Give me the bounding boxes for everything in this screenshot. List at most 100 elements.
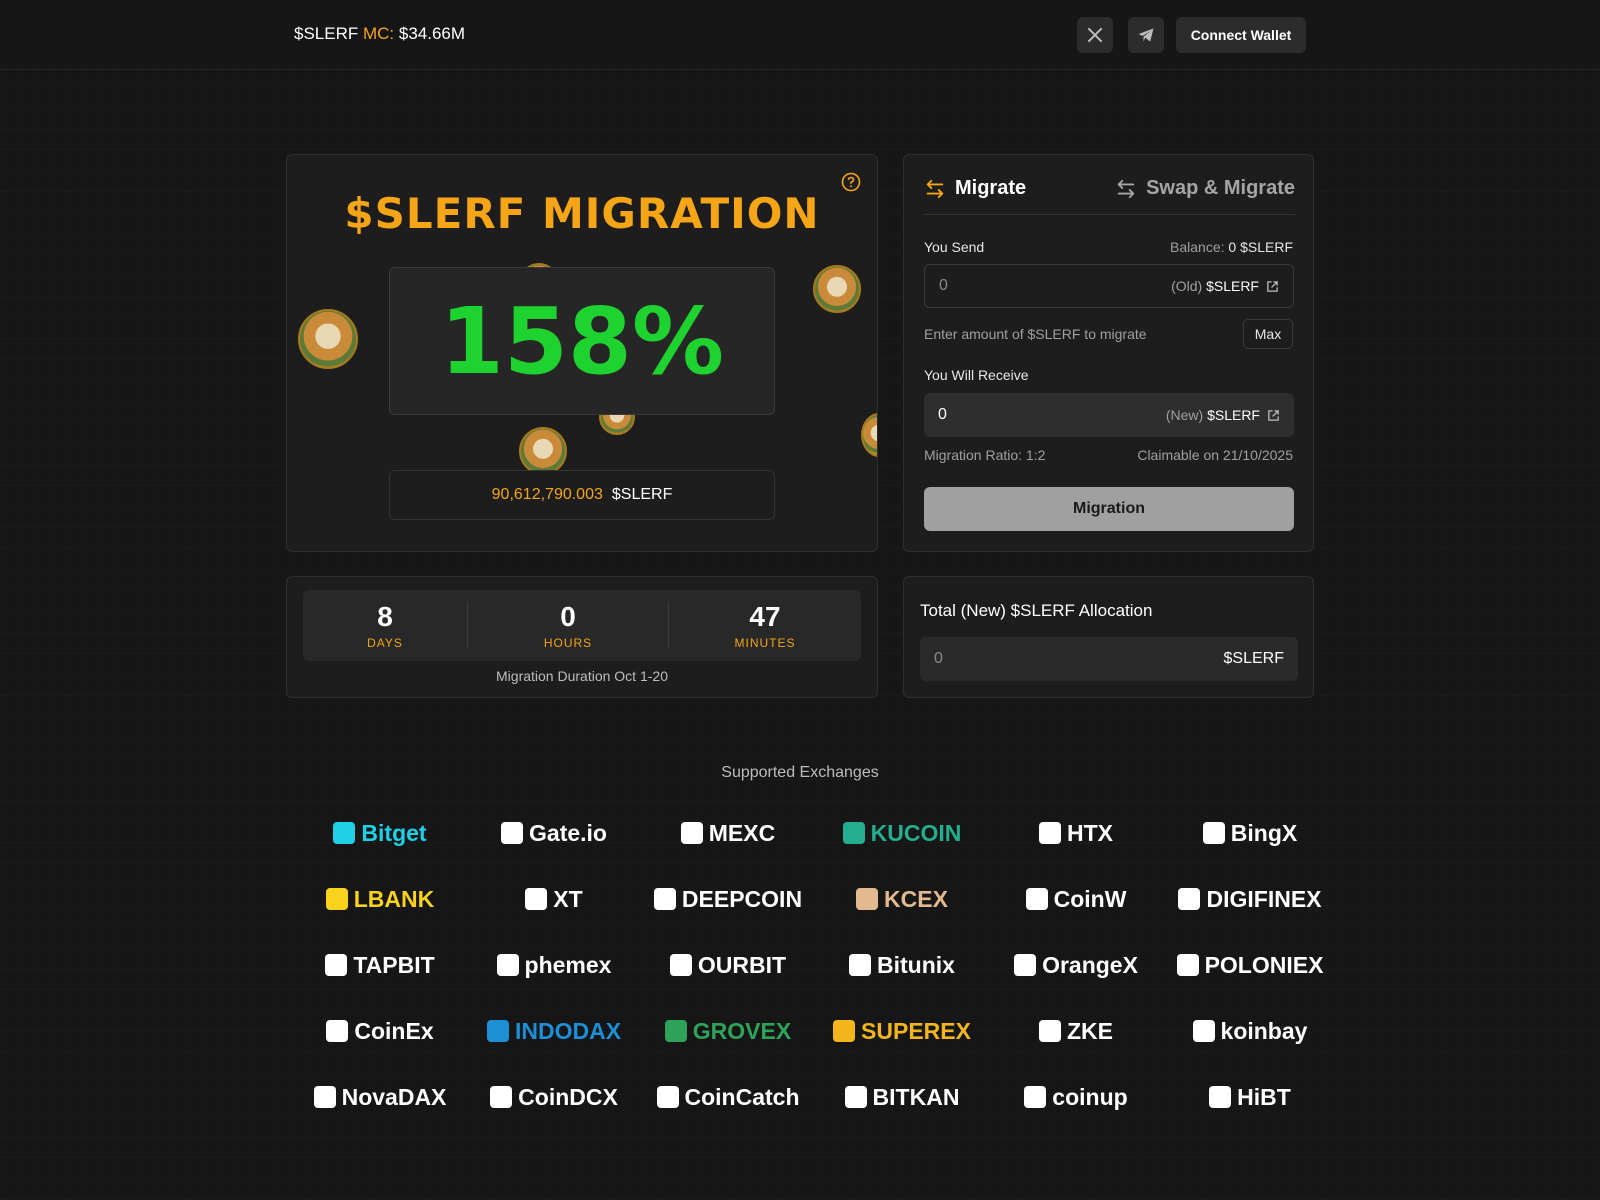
exchange-name: Bitunix <box>877 951 955 978</box>
exchange-mark-icon <box>1192 1020 1215 1042</box>
exchange-mark-icon <box>1202 822 1225 844</box>
exchange-name: KCEX <box>884 885 948 912</box>
exchange-mark-icon <box>653 888 676 910</box>
exchange-logo[interactable]: TAPBIT <box>296 940 464 990</box>
coin-decoration <box>861 413 877 457</box>
exchange-logo[interactable]: Gate.io <box>470 808 638 858</box>
exchange-logo[interactable]: INDODAX <box>470 1006 638 1056</box>
exchange-name: TAPBIT <box>353 951 435 978</box>
exchange-name: MEXC <box>708 819 776 846</box>
exchange-logo[interactable]: DEEPCOIN <box>644 874 812 924</box>
exchange-logo[interactable]: OrangeX <box>992 940 1160 990</box>
exchange-name: OURBIT <box>697 951 787 978</box>
exchange-mark-icon <box>486 1020 509 1042</box>
exchange-logo[interactable]: HiBT <box>1166 1072 1334 1122</box>
swap-tabs: Migrate Swap & Migrate <box>924 175 1295 215</box>
exchange-mark-icon <box>844 1086 867 1108</box>
exchange-logo[interactable]: koinbay <box>1166 1006 1334 1056</box>
migration-ratio: Migration Ratio: 1:2 <box>924 447 1046 463</box>
minutes-value: 47 <box>749 601 781 632</box>
balance-display: Balance: 0 $SLERF <box>1170 239 1293 255</box>
countdown-timer: 8 DAYS 0 HOURS 47 MINUTES <box>303 590 861 661</box>
exchange-name: ZKE <box>1067 1017 1113 1044</box>
exchange-logo[interactable]: KCEX <box>818 874 986 924</box>
exchange-logo[interactable]: NovaDAX <box>296 1072 464 1122</box>
exchange-name: GROVEX <box>692 1017 792 1044</box>
exchange-logo[interactable]: MEXC <box>644 808 812 858</box>
x-icon <box>1087 27 1103 43</box>
send-amount-value: 0 <box>939 277 948 294</box>
connect-wallet-button[interactable]: Connect Wallet <box>1176 17 1306 53</box>
exchange-mark-icon <box>525 888 548 910</box>
coin-decoration <box>519 427 567 475</box>
exchange-logo[interactable]: GROVEX <box>644 1006 812 1056</box>
exchange-mark-icon <box>680 822 703 844</box>
tab-swap-migrate[interactable]: Swap & Migrate <box>1115 177 1295 200</box>
receive-amount-field: 0 (New) $SLERF <box>924 393 1294 437</box>
exchange-logo[interactable]: Bitget <box>296 808 464 858</box>
exchange-mark-icon <box>664 1020 687 1042</box>
exchange-logo[interactable]: BITKAN <box>818 1072 986 1122</box>
hours-value: 0 <box>560 601 576 632</box>
receive-token-name: $SLERF <box>1207 407 1260 423</box>
migration-button[interactable]: Migration <box>924 487 1294 531</box>
claimable-date: Claimable on 21/10/2025 <box>1137 447 1293 463</box>
exchange-mark-icon <box>333 822 356 844</box>
exchange-logo[interactable]: phemex <box>470 940 638 990</box>
exchange-name: SUPEREX <box>861 1017 971 1044</box>
exchange-logo[interactable]: Bitunix <box>818 940 986 990</box>
max-button[interactable]: Max <box>1243 319 1293 349</box>
receive-token-prefix: (New) <box>1165 407 1204 423</box>
exchange-logo[interactable]: DIGIFINEX <box>1166 874 1334 924</box>
receive-token[interactable]: (New) $SLERF <box>1166 407 1280 423</box>
exchange-mark-icon <box>490 1086 513 1108</box>
exchange-logo[interactable]: CoinDCX <box>470 1072 638 1122</box>
telegram-icon <box>1138 28 1154 42</box>
exchange-mark-icon <box>325 954 348 976</box>
countdown-days: 8 DAYS <box>303 590 467 661</box>
days-value: 8 <box>377 601 393 632</box>
exchange-logo[interactable]: CoinCatch <box>644 1072 812 1122</box>
exchange-name: HiBT <box>1237 1083 1291 1110</box>
exchange-logo[interactable]: SUPEREX <box>818 1006 986 1056</box>
exchange-mark-icon <box>656 1086 679 1108</box>
exchange-mark-icon <box>1014 954 1037 976</box>
exchange-logo[interactable]: XT <box>470 874 638 924</box>
exchanges-title: Supported Exchanges <box>721 764 879 781</box>
exchange-name: coinup <box>1052 1083 1128 1110</box>
exchange-logo[interactable]: POLONIEX <box>1166 940 1334 990</box>
exchange-logo[interactable]: coinup <box>992 1072 1160 1122</box>
exchange-name: CoinW <box>1053 885 1127 912</box>
exchange-mark-icon <box>1039 822 1061 844</box>
exchange-name: KUCOIN <box>870 819 962 846</box>
market-cap-display: $SLERF MC: $34.66M <box>294 24 465 44</box>
countdown-minutes: 47 MINUTES <box>669 590 861 661</box>
exchange-name: HTX <box>1067 819 1113 846</box>
telegram-social-button[interactable] <box>1128 17 1164 53</box>
exchange-logo[interactable]: ZKE <box>992 1006 1160 1056</box>
exchange-logo[interactable]: BingX <box>1166 808 1334 858</box>
migration-title: $SLERF MIGRATION <box>344 189 820 238</box>
balance-value: 0 $SLERF <box>1228 239 1293 255</box>
exchange-logo[interactable]: HTX <box>992 808 1160 858</box>
tab-migrate[interactable]: Migrate <box>924 177 1026 200</box>
you-receive-label: You Will Receive <box>924 367 1029 383</box>
countdown-hours: 0 HOURS <box>468 590 668 661</box>
exchange-mark-icon <box>1178 888 1201 910</box>
exchange-name: OrangeX <box>1042 951 1138 978</box>
allocation-title: Total (New) $SLERF Allocation <box>920 601 1153 620</box>
send-token[interactable]: (Old) $SLERF <box>1171 278 1279 294</box>
external-link-icon <box>1268 409 1279 421</box>
exchange-logo[interactable]: LBANK <box>296 874 464 924</box>
exchange-logo[interactable]: CoinEx <box>296 1006 464 1056</box>
send-amount-input[interactable]: 0 (Old) $SLERF <box>924 264 1294 308</box>
exchange-logo[interactable]: OURBIT <box>644 940 812 990</box>
exchange-logo[interactable]: KUCOIN <box>818 808 986 858</box>
exchange-mark-icon <box>325 888 348 910</box>
exchange-logo[interactable]: CoinW <box>992 874 1160 924</box>
tab-swap-label: Swap & Migrate <box>1146 177 1295 199</box>
x-social-button[interactable] <box>1077 17 1113 53</box>
minutes-label: MINUTES <box>734 636 796 650</box>
exchange-mark-icon <box>849 954 872 976</box>
days-label: DAYS <box>367 636 403 650</box>
